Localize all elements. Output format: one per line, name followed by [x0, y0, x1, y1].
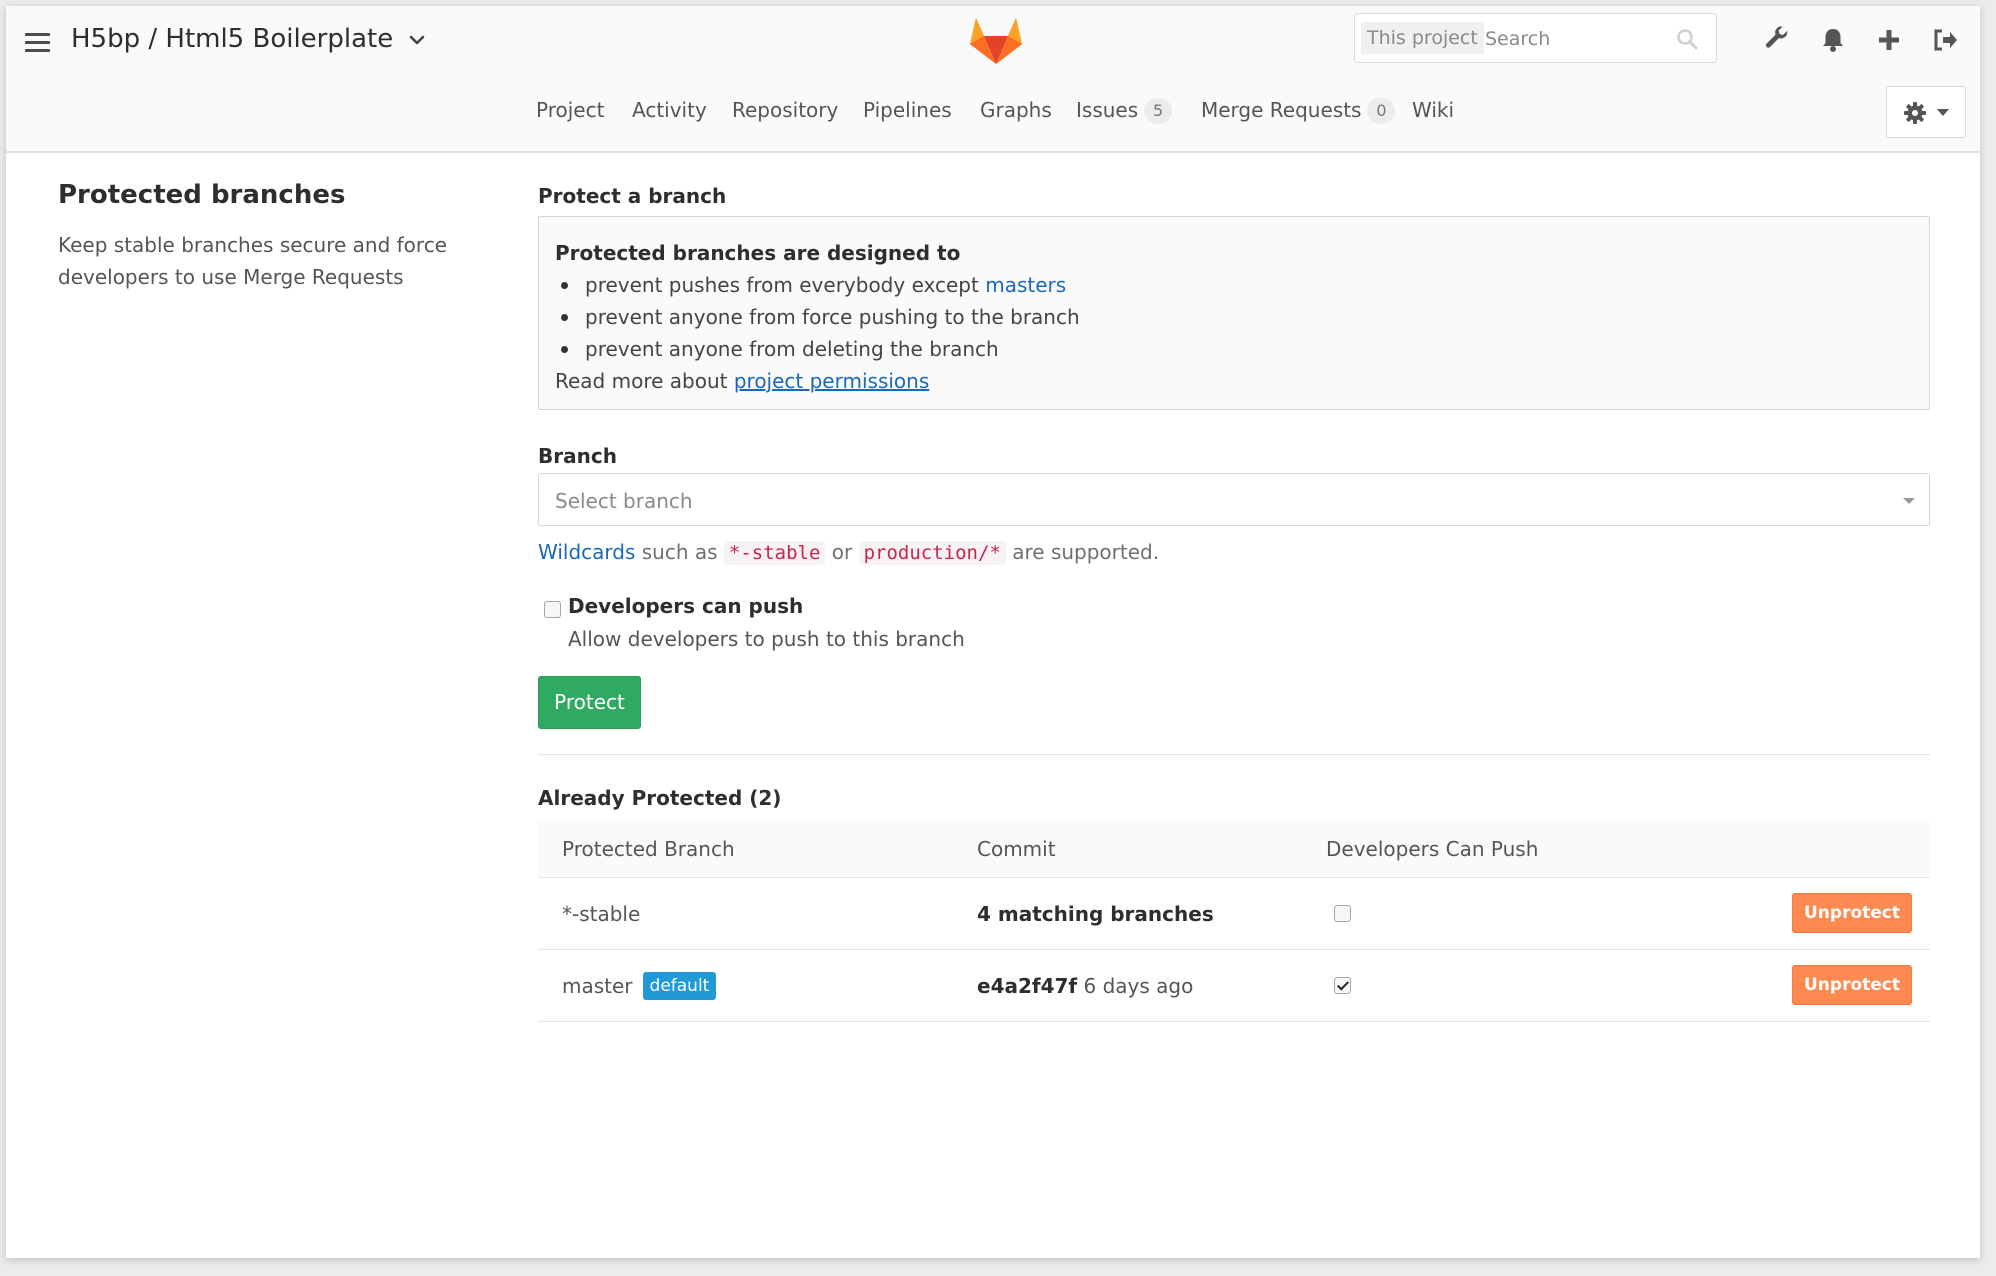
- matching-branches-text: 4 matching branches: [977, 902, 1214, 926]
- info-list: prevent pushes from everybody except mas…: [555, 269, 1913, 365]
- hint-text: or: [825, 540, 859, 564]
- read-more-line: Read more about project permissions: [555, 365, 1913, 397]
- tab-merge-requests-label: Merge Requests: [1201, 98, 1362, 122]
- table-row: *-stable 4 matching branches Unprotect: [538, 878, 1930, 950]
- column-header-commit: Commit: [977, 837, 1056, 861]
- commit-sha-link[interactable]: e4a2f47f: [977, 974, 1077, 998]
- column-header-protected-branch: Protected Branch: [562, 837, 735, 861]
- tab-graphs-label: Graphs: [980, 98, 1052, 122]
- info-title: Protected branches are designed to: [555, 241, 961, 265]
- search-box[interactable]: This project Search: [1354, 13, 1717, 63]
- developers-can-push-checkbox[interactable]: [544, 601, 561, 618]
- branch-name: *-stable: [562, 902, 641, 926]
- default-badge: default: [642, 972, 717, 1000]
- tab-merge-requests[interactable]: Merge Requests 0: [1201, 98, 1396, 124]
- gear-icon: [1904, 102, 1926, 124]
- page-title: Protected branches: [58, 180, 346, 210]
- project-nav: Project Activity Repository Pipelines Gr…: [6, 98, 1980, 138]
- project-permissions-link[interactable]: project permissions: [734, 369, 929, 393]
- branch-name: master: [562, 974, 633, 998]
- tab-project[interactable]: Project: [536, 98, 604, 122]
- search-input[interactable]: Search: [1485, 28, 1550, 50]
- wrench-icon[interactable]: [1763, 26, 1791, 54]
- wildcards-link[interactable]: Wildcards: [538, 540, 635, 564]
- project-title: H5bp / Html5 Boilerplate: [71, 24, 394, 54]
- tab-pipelines[interactable]: Pipelines: [863, 98, 952, 122]
- commit-cell: e4a2f47f 6 days ago: [977, 950, 1193, 1022]
- branch-select[interactable]: Select branch: [538, 473, 1930, 526]
- settings-dropdown-button[interactable]: [1886, 86, 1966, 138]
- caret-down-icon: [1937, 109, 1949, 116]
- tab-issues[interactable]: Issues 5: [1076, 98, 1173, 124]
- protect-branch-heading: Protect a branch: [538, 184, 727, 208]
- search-icon: [1677, 29, 1698, 50]
- wildcards-hint: Wildcards such as *-stable or production…: [538, 540, 1159, 565]
- top-header: H5bp / Html5 Boilerplate This project Se…: [6, 6, 1980, 153]
- table-row: master default e4a2f47f 6 days ago Unprot…: [538, 950, 1930, 1022]
- bell-icon[interactable]: [1819, 26, 1847, 54]
- protected-branches-table: Protected Branch Commit Developers Can P…: [538, 820, 1930, 1022]
- tab-pipelines-label: Pipelines: [863, 98, 952, 122]
- masters-link[interactable]: masters: [985, 273, 1066, 297]
- branch-select-placeholder: Select branch: [555, 489, 693, 513]
- table-header: Protected Branch Commit Developers Can P…: [538, 820, 1930, 878]
- unprotect-button[interactable]: Unprotect: [1792, 965, 1912, 1005]
- commit-time: 6 days ago: [1077, 974, 1194, 998]
- tab-activity[interactable]: Activity: [632, 98, 707, 122]
- info-list-item: prevent anyone from deleting the branch: [555, 333, 1913, 365]
- sign-out-icon[interactable]: [1931, 26, 1959, 54]
- read-more-text: Read more about: [555, 369, 734, 393]
- developers-can-push-description: Allow developers to push to this branch: [568, 627, 965, 651]
- tab-repository-label: Repository: [732, 98, 839, 122]
- branch-cell: master default: [562, 950, 717, 1022]
- tab-project-label: Project: [536, 98, 605, 122]
- hint-text: are supported.: [1005, 540, 1160, 564]
- protect-button[interactable]: Protect: [538, 676, 641, 729]
- info-list-item: prevent anyone from force pushing to the…: [555, 301, 1913, 333]
- column-header-developers-can-push: Developers Can Push: [1326, 837, 1539, 861]
- hint-text: such as: [635, 540, 724, 564]
- code-stable: *-stable: [723, 541, 826, 565]
- unprotect-button[interactable]: Unprotect: [1792, 893, 1912, 933]
- gitlab-logo-icon[interactable]: [968, 14, 1024, 66]
- protected-branches-info-box: Protected branches are designed to preve…: [538, 216, 1930, 410]
- chevron-down-icon: [409, 35, 424, 44]
- bullet1-text: prevent pushes from everybody except: [585, 273, 986, 297]
- tab-graphs[interactable]: Graphs: [980, 98, 1052, 122]
- section-divider: [538, 754, 1930, 755]
- tab-wiki-label: Wiki: [1412, 98, 1455, 122]
- tab-activity-label: Activity: [632, 98, 707, 122]
- code-production: production/*: [858, 541, 1006, 565]
- plus-icon[interactable]: [1875, 26, 1903, 54]
- page-description: Keep stable branches secure and force de…: [58, 233, 448, 289]
- developers-can-push-row-checkbox[interactable]: [1334, 977, 1351, 994]
- issues-count-badge: 5: [1144, 98, 1173, 124]
- already-protected-heading: Already Protected (2): [538, 786, 782, 810]
- tab-wiki[interactable]: Wiki: [1412, 98, 1454, 122]
- select-caret-icon: [1903, 498, 1915, 504]
- tab-repository[interactable]: Repository: [732, 98, 838, 122]
- info-list-item: prevent pushes from everybody except mas…: [555, 269, 1913, 301]
- developers-can-push-row-checkbox[interactable]: [1334, 905, 1351, 922]
- branch-label: Branch: [538, 444, 617, 468]
- search-scope-label: This project: [1361, 22, 1484, 54]
- tab-issues-label: Issues: [1076, 98, 1139, 122]
- developers-can-push-label: Developers can push: [568, 594, 804, 618]
- hamburger-menu-icon[interactable]: [25, 33, 50, 53]
- app-window: H5bp / Html5 Boilerplate This project Se…: [6, 6, 1980, 1258]
- merge-requests-count-badge: 0: [1367, 98, 1396, 124]
- project-title-dropdown[interactable]: H5bp / Html5 Boilerplate: [71, 24, 426, 54]
